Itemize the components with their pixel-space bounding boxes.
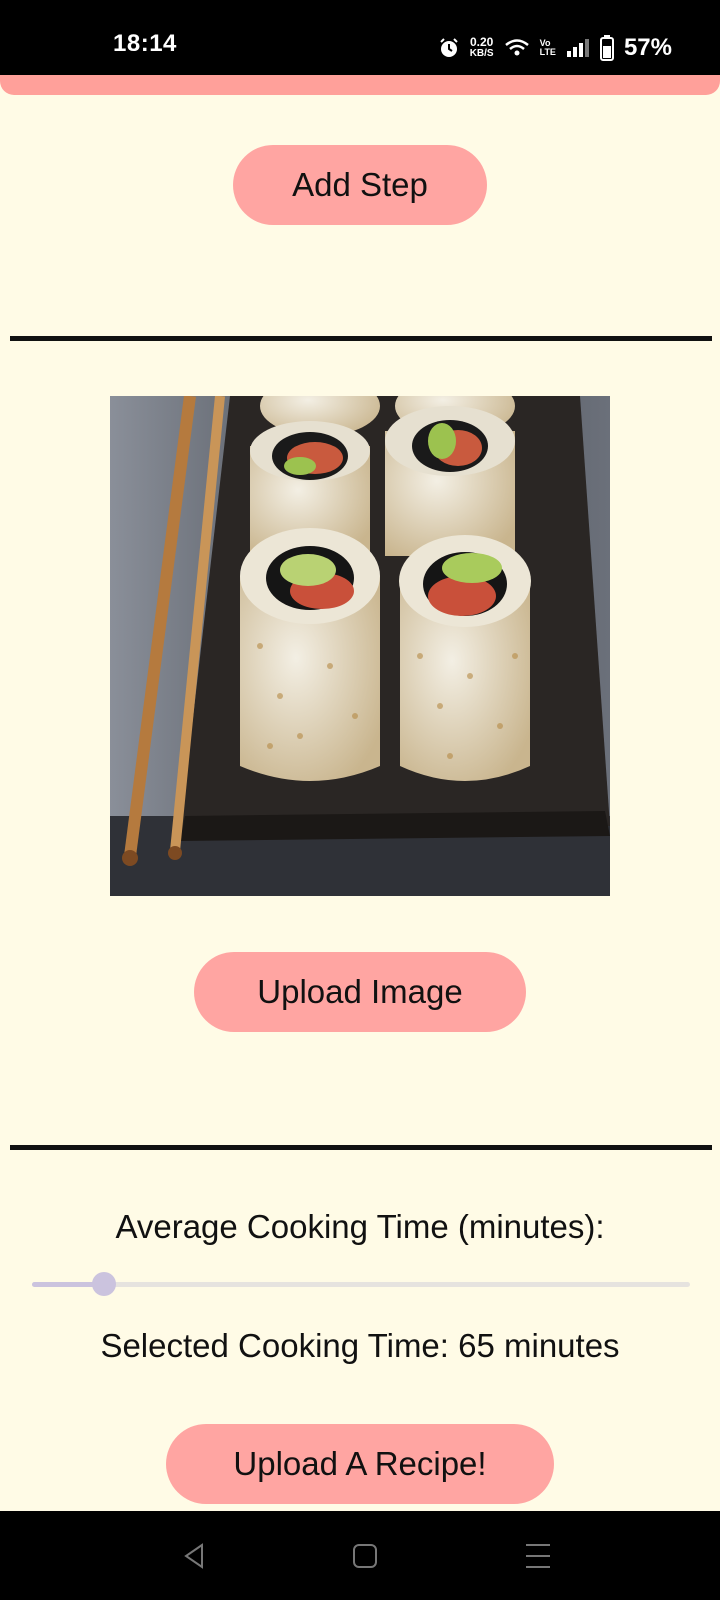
- alarm-icon: [439, 38, 458, 57]
- selected-cooking-time: Selected Cooking Time: 65 minutes: [100, 1327, 620, 1364]
- upload-recipe-button[interactable]: Upload A Recipe!: [166, 1424, 554, 1504]
- upload-image-button[interactable]: Upload Image: [194, 952, 526, 1032]
- section-divider: [10, 1145, 712, 1150]
- slider-thumb[interactable]: [92, 1272, 117, 1296]
- card-bottom-edge: [0, 75, 720, 95]
- home-icon[interactable]: [348, 1539, 382, 1573]
- network-speed-unit: KB/S: [469, 48, 494, 59]
- network-speed-value: 0.20: [469, 35, 494, 49]
- menu-icon[interactable]: [521, 1539, 555, 1573]
- battery-level: 57%: [623, 34, 672, 61]
- cooking-time-slider[interactable]: [32, 1272, 690, 1296]
- status-icons: 0.20 KB/S Vo LTE 57%: [438, 30, 672, 66]
- cooking-time-label: Average Cooking Time (minutes):: [115, 1208, 605, 1245]
- status-time: 18:14: [113, 30, 177, 57]
- signal-icon: [566, 39, 589, 57]
- sushi-photo: [110, 396, 610, 896]
- volte-indicator: Vo LTE: [540, 39, 556, 57]
- add-step-button[interactable]: Add Step: [233, 145, 487, 225]
- status-bar: 18:14 0.20 KB/S Vo LTE 57%: [0, 0, 720, 75]
- recipe-image: [110, 396, 610, 896]
- back-icon[interactable]: [178, 1539, 212, 1573]
- section-divider: [10, 336, 712, 341]
- volte-bottom: LTE: [539, 47, 556, 57]
- network-speed: 0.20 KB/S: [469, 35, 494, 59]
- battery-icon: [599, 35, 614, 61]
- wifi-icon: [504, 39, 529, 56]
- navigation-bar: [0, 1511, 720, 1600]
